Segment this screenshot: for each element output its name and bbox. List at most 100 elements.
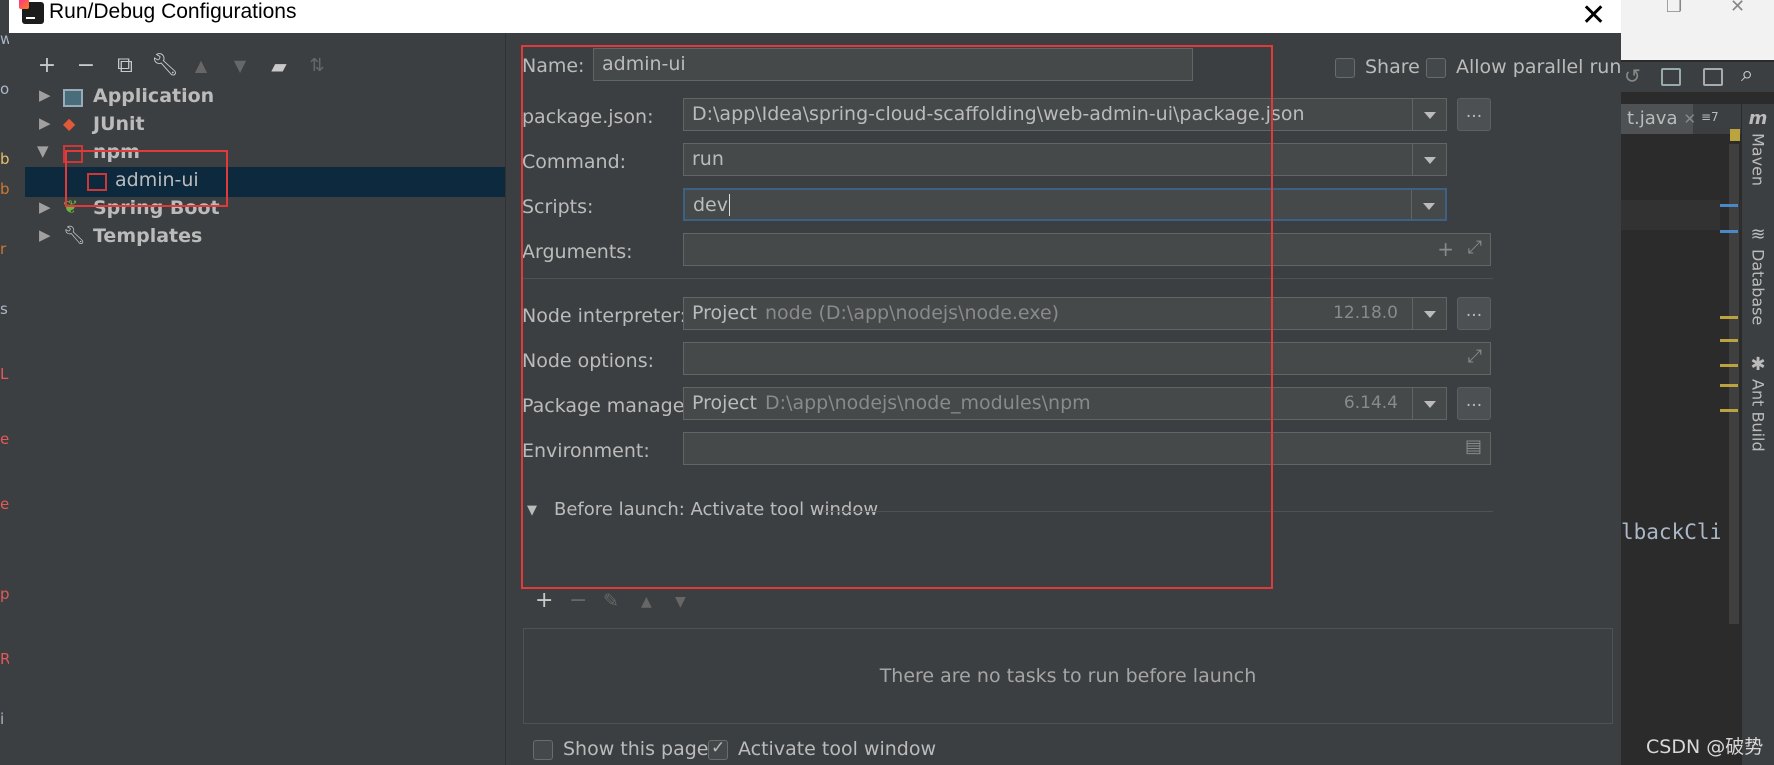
tree-item-application[interactable]: ▶ Application (25, 83, 505, 113)
sidebar-database-label: Database (1748, 249, 1768, 326)
database-icon: ≋ (1750, 224, 1766, 245)
ide-editor-tabs: t.java ✕ ≡7 (1621, 104, 1741, 134)
remove-config-button[interactable]: − (74, 55, 98, 79)
new-folder-icon[interactable]: ▰ (267, 55, 291, 79)
scroll-marker (1720, 384, 1738, 387)
close-icon[interactable]: ✕ (1581, 0, 1606, 33)
activate-tool-window-checkbox[interactable] (708, 738, 728, 760)
terminal-icon[interactable] (1703, 68, 1723, 86)
browse-package-manager-button[interactable]: ... (1457, 387, 1491, 420)
ide-window-buttons: ❐ ✕ (1650, 0, 1774, 20)
tree-toolbar: + − ⧉ 🔧︎ ▲ ▼ ▰ ⇅ (25, 45, 505, 85)
package-manager-version: 6.14.4 (1343, 393, 1398, 413)
browse-node-button[interactable]: ... (1457, 297, 1491, 330)
scroll-marker (1720, 204, 1738, 207)
ide-fragment: p (0, 585, 9, 603)
scroll-marker (1720, 339, 1738, 342)
move-down-icon[interactable]: ▼ (228, 55, 252, 79)
close-icon[interactable]: ✕ (1730, 0, 1745, 17)
chevron-down-icon[interactable] (1411, 190, 1445, 219)
ide-tab-java[interactable]: t.java ✕ (1621, 104, 1696, 134)
ide-fragment: R (0, 650, 9, 668)
ide-fragment: i (0, 710, 5, 728)
edit-task-icon[interactable]: ✎ (603, 590, 619, 612)
activate-tool-window-label: Activate tool window (738, 738, 937, 760)
panel-splitter[interactable] (505, 33, 506, 765)
npm-highlight-box (65, 150, 228, 207)
edit-env-icon[interactable]: ▤ (1465, 436, 1482, 457)
ide-editor-left-edge: w o b b r s L e e p R i (0, 0, 9, 765)
sidebar-maven[interactable]: m Maven (1746, 108, 1770, 191)
expand-arrow-icon[interactable]: ▶ (39, 226, 51, 244)
show-page-checkbox[interactable] (533, 740, 553, 760)
expand-icon[interactable]: ⤢ (1468, 237, 1482, 258)
before-launch-task-list[interactable]: There are no tasks to run before launch (523, 628, 1613, 724)
ide-toolbar: ↺ ⌕ (1621, 62, 1774, 92)
ide-fragment: w (0, 30, 9, 48)
empty-tasks-message: There are no tasks to run before launch (879, 665, 1257, 687)
move-up-icon[interactable]: ▲ (641, 594, 652, 610)
config-highlight-box (521, 45, 1273, 589)
wrench-icon: 🔧︎ (63, 225, 86, 246)
ide-fragment: r (0, 240, 7, 258)
node-version: 12.18.0 (1333, 303, 1398, 323)
tree-item-junit[interactable]: ▶ ◆ JUnit (25, 111, 505, 141)
wrench-icon[interactable]: 🔧︎ (151, 55, 179, 79)
chevron-down-icon[interactable] (1412, 388, 1446, 419)
close-tab-icon[interactable]: ✕ (1684, 110, 1697, 128)
sidebar-ant-build[interactable]: ✱ Ant Build (1746, 354, 1770, 457)
ide-scrollbar[interactable] (1720, 129, 1740, 754)
search-icon[interactable]: ⌕ (1741, 62, 1753, 87)
ide-fragment: s (0, 300, 8, 318)
watermark: CSDN @破势 (1646, 736, 1764, 758)
allow-parallel-checkbox[interactable] (1426, 58, 1446, 78)
copy-config-icon[interactable]: ⧉ (113, 55, 137, 79)
sort-icon[interactable]: ⇅ (305, 55, 329, 79)
browse-package-json-button[interactable]: ... (1457, 98, 1491, 131)
sidebar-maven-label: Maven (1748, 133, 1768, 187)
move-up-icon[interactable]: ▲ (189, 55, 213, 79)
ide-fragment: b (0, 180, 9, 198)
expand-arrow-icon[interactable]: ▶ (39, 86, 51, 104)
add-config-button[interactable]: + (35, 55, 59, 79)
ide-right-sidebar: m Maven ≋ Database ✱ Ant Build (1742, 104, 1774, 765)
scroll-marker (1720, 364, 1738, 367)
move-down-icon[interactable]: ▼ (675, 594, 686, 610)
expand-icon[interactable]: ⤢ (1468, 346, 1482, 367)
collapse-arrow-icon[interactable]: ▼ (37, 142, 49, 160)
tab-list-icon[interactable]: ≡7 (1701, 110, 1719, 124)
restore-icon[interactable]: ❐ (1666, 0, 1682, 17)
config-tree-panel: + − ⧉ 🔧︎ ▲ ▼ ▰ ⇅ ▶ Application ▶ ◆ JUnit… (25, 33, 505, 765)
chevron-down-icon[interactable] (1412, 298, 1446, 329)
scroll-marker (1720, 230, 1738, 233)
ide-fragment: e (0, 430, 9, 448)
dialog-title: Run/Debug Configurations (49, 0, 297, 23)
project-structure-icon[interactable] (1661, 68, 1681, 86)
intellij-logo-icon (19, 0, 44, 24)
chevron-down-icon[interactable] (1412, 99, 1446, 130)
tree-item-templates[interactable]: ▶ 🔧︎ Templates (25, 223, 505, 253)
chevron-down-icon[interactable] (1412, 144, 1446, 175)
allow-parallel-label: Allow parallel run (1456, 56, 1622, 78)
ide-fragment: e (0, 495, 9, 513)
maven-icon: m (1748, 108, 1768, 129)
sidebar-database[interactable]: ≋ Database (1746, 224, 1770, 330)
application-icon (63, 89, 83, 107)
before-launch-toolbar: + − ✎ ▲ ▼ (517, 588, 817, 622)
add-task-button[interactable]: + (535, 588, 553, 613)
expand-arrow-icon[interactable]: ▶ (39, 114, 51, 132)
scroll-marker (1720, 409, 1738, 412)
undo-icon[interactable]: ↺ (1624, 64, 1641, 88)
tree-item-label: JUnit (93, 113, 145, 135)
expand-arrow-icon[interactable]: ▶ (39, 198, 51, 216)
ide-fragment: o (0, 80, 9, 98)
share-label: Share (1365, 56, 1420, 78)
dialog-titlebar[interactable]: Run/Debug Configurations ✕ (9, 0, 1621, 33)
tree-item-label: Application (93, 85, 215, 107)
ide-fragment: L (0, 365, 9, 383)
remove-task-button[interactable]: − (569, 588, 587, 613)
share-checkbox[interactable] (1335, 58, 1355, 78)
add-icon[interactable]: + (1437, 237, 1454, 261)
sidebar-ant-label: Ant Build (1748, 379, 1768, 452)
inspection-indicator[interactable] (1730, 129, 1740, 141)
